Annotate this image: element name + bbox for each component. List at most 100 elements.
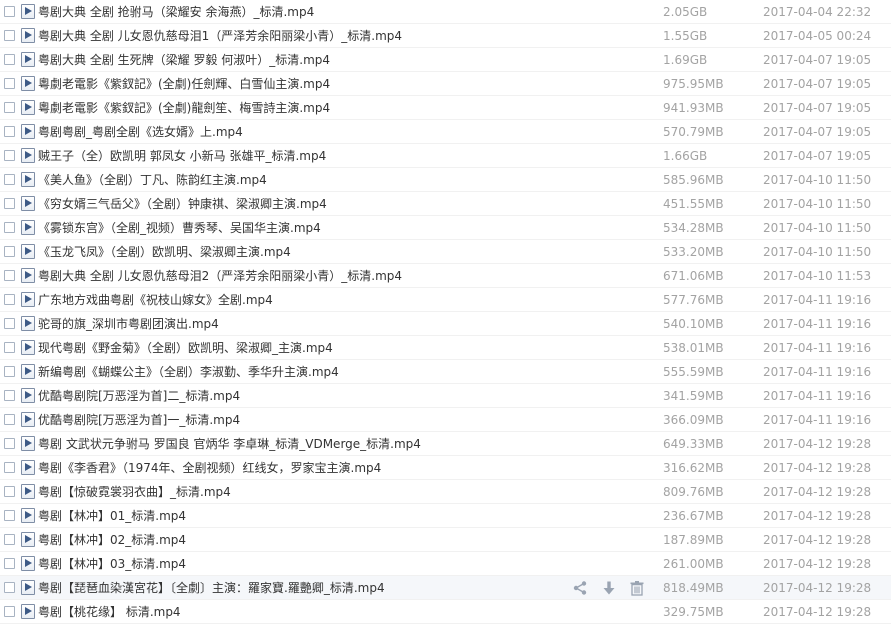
file-name[interactable]: 粤剧【惊破霓裳羽衣曲】_标清.mp4 xyxy=(38,480,568,504)
file-date: 2017-04-10 11:50 xyxy=(763,197,872,211)
file-row[interactable]: 粤剧粤剧_粤剧全剧《选女婿》上.mp4 570.79MB 2017-04-07 … xyxy=(0,120,891,144)
row-checkbox[interactable] xyxy=(4,30,15,41)
video-file-icon xyxy=(21,52,35,67)
file-row[interactable]: 新编粤剧《蝴蝶公主》（全剧）李淑勤、季华升主演.mp4 555.59MB 201… xyxy=(0,360,891,384)
file-row[interactable]: 贼王子（全）欧凯明 郭凤女 小新马 张雄平_标清.mp4 1.66GB 2017… xyxy=(0,144,891,168)
video-file-icon xyxy=(21,196,35,211)
file-name[interactable]: 驼哥的旗_深圳市粤剧团演出.mp4 xyxy=(38,312,568,336)
file-row[interactable]: 优酷粤剧院[万恶淫为首]二_标清.mp4 341.59MB 2017-04-11… xyxy=(0,384,891,408)
row-checkbox[interactable] xyxy=(4,390,15,401)
row-checkbox[interactable] xyxy=(4,606,15,617)
file-row[interactable]: 粤剧《李香君》（1974年、全剧视频）红线女，罗家宝主演.mp4 316.62M… xyxy=(0,456,891,480)
row-checkbox[interactable] xyxy=(4,582,15,593)
file-date: 2017-04-11 19:16 xyxy=(763,389,872,403)
file-row[interactable]: 粵劇老電影《紫釵記》(全劇)龍劍笙、梅雪詩主演.mp4 941.93MB 201… xyxy=(0,96,891,120)
row-checkbox[interactable] xyxy=(4,510,15,521)
file-row[interactable]: 粤剧【林冲】01_标清.mp4 236.67MB 2017-04-12 19:2… xyxy=(0,504,891,528)
file-name[interactable]: 粤剧大典 全剧 儿女恩仇慈母泪2（严泽芳余阳丽梁小青）_标清.mp4 xyxy=(38,264,568,288)
file-row[interactable]: 粤剧【琵琶血染漢宮花】〔全劇〕主演：羅家寶.羅艷卿_标清.mp4 818.49M… xyxy=(0,576,891,600)
file-row[interactable]: 粤剧【林冲】03_标清.mp4 261.00MB 2017-04-12 19:2… xyxy=(0,552,891,576)
file-size: 2.05GB xyxy=(663,5,708,19)
row-checkbox[interactable] xyxy=(4,126,15,137)
delete-icon[interactable] xyxy=(629,580,645,596)
file-row[interactable]: 粤剧【桃花缘】 标清.mp4 329.75MB 2017-04-12 19:28 xyxy=(0,600,891,624)
file-size: 818.49MB xyxy=(663,581,724,595)
file-row[interactable]: 粤剧【林冲】02_标清.mp4 187.89MB 2017-04-12 19:2… xyxy=(0,528,891,552)
download-icon[interactable] xyxy=(601,580,617,596)
file-row[interactable]: 粤剧大典 全剧 儿女恩仇慈母泪1（严泽芳余阳丽梁小青）_标清.mp4 1.55G… xyxy=(0,24,891,48)
row-checkbox[interactable] xyxy=(4,78,15,89)
video-file-icon xyxy=(21,172,35,187)
file-name[interactable]: 粤剧大典 全剧 生死牌（梁耀 罗毅 何淑叶）_标清.mp4 xyxy=(38,48,568,72)
file-size: 577.76MB xyxy=(663,293,724,307)
row-checkbox[interactable] xyxy=(4,102,15,113)
file-row[interactable]: 优酷粤剧院[万恶淫为首]一_标清.mp4 366.09MB 2017-04-11… xyxy=(0,408,891,432)
file-name[interactable]: 粤剧【林冲】02_标清.mp4 xyxy=(38,528,568,552)
file-row[interactable]: 粤剧【惊破霓裳羽衣曲】_标清.mp4 809.76MB 2017-04-12 1… xyxy=(0,480,891,504)
share-icon[interactable] xyxy=(572,580,588,596)
file-name[interactable]: 粤剧大典 全剧 抢驸马（梁耀安 余海燕）_标清.mp4 xyxy=(38,0,568,24)
row-checkbox[interactable] xyxy=(4,246,15,257)
file-row[interactable]: 粵劇老電影《紫釵記》(全劇)任劍輝、白雪仙主演.mp4 975.95MB 201… xyxy=(0,72,891,96)
row-checkbox[interactable] xyxy=(4,294,15,305)
row-checkbox[interactable] xyxy=(4,174,15,185)
file-row[interactable]: 粤剧大典 全剧 儿女恩仇慈母泪2（严泽芳余阳丽梁小青）_标清.mp4 671.0… xyxy=(0,264,891,288)
row-checkbox[interactable] xyxy=(4,318,15,329)
file-row[interactable]: 现代粤剧《野金菊》（全剧）欧凯明、梁淑卿_主演.mp4 538.01MB 201… xyxy=(0,336,891,360)
row-checkbox[interactable] xyxy=(4,462,15,473)
video-file-icon xyxy=(21,292,35,307)
row-checkbox[interactable] xyxy=(4,534,15,545)
row-checkbox[interactable] xyxy=(4,198,15,209)
file-name[interactable]: 粤剧大典 全剧 儿女恩仇慈母泪1（严泽芳余阳丽梁小青）_标清.mp4 xyxy=(38,24,568,48)
file-row[interactable]: 粤剧 文武状元争驸马 罗国良 官炳华 李卓琳_标清_VDMerge_标清.mp4 xyxy=(0,432,891,456)
file-name[interactable]: 《雾锁东宫》（全剧_视频）曹秀琴、吴国华主演.mp4 xyxy=(38,216,568,240)
file-name[interactable]: 粵劇老電影《紫釵記》(全劇)龍劍笙、梅雪詩主演.mp4 xyxy=(38,96,568,120)
file-row[interactable]: 粤剧大典 全剧 生死牌（梁耀 罗毅 何淑叶）_标清.mp4 1.69GB 201… xyxy=(0,48,891,72)
row-checkbox[interactable] xyxy=(4,486,15,497)
file-name[interactable]: 贼王子（全）欧凯明 郭凤女 小新马 张雄平_标清.mp4 xyxy=(38,144,568,168)
file-name[interactable]: 粤剧【桃花缘】 标清.mp4 xyxy=(38,600,568,624)
row-checkbox[interactable] xyxy=(4,558,15,569)
file-name[interactable]: 粤剧《李香君》（1974年、全剧视频）红线女，罗家宝主演.mp4 xyxy=(38,456,568,480)
video-file-icon xyxy=(21,484,35,499)
file-row[interactable]: 《穷女婿三气岳父》（全剧）钟康祺、梁淑卿主演.mp4 451.55MB 2017… xyxy=(0,192,891,216)
row-checkbox[interactable] xyxy=(4,342,15,353)
file-date: 2017-04-07 19:05 xyxy=(763,53,872,67)
video-file-icon xyxy=(21,436,35,451)
file-name[interactable]: 新编粤剧《蝴蝶公主》（全剧）李淑勤、季华升主演.mp4 xyxy=(38,360,568,384)
file-name[interactable]: 粤剧粤剧_粤剧全剧《选女婿》上.mp4 xyxy=(38,120,568,144)
file-date: 2017-04-11 19:16 xyxy=(763,317,872,331)
file-name[interactable]: 粤剧 文武状元争驸马 罗国良 官炳华 李卓琳_标清_VDMerge_标清.mp4 xyxy=(38,432,568,456)
file-name[interactable]: 《美人鱼》（全剧）丁凡、陈韵红主演.mp4 xyxy=(38,168,568,192)
row-checkbox[interactable] xyxy=(4,366,15,377)
row-checkbox[interactable] xyxy=(4,222,15,233)
row-checkbox[interactable] xyxy=(4,438,15,449)
file-date: 2017-04-07 19:05 xyxy=(763,125,872,139)
file-row[interactable]: 《玉龙飞凤》（全剧）欧凯明、梁淑卿主演.mp4 533.20MB 2017-04… xyxy=(0,240,891,264)
file-name[interactable]: 现代粤剧《野金菊》（全剧）欧凯明、梁淑卿_主演.mp4 xyxy=(38,336,568,360)
file-date: 2017-04-07 19:05 xyxy=(763,77,872,91)
file-row[interactable]: 粤剧大典 全剧 抢驸马（梁耀安 余海燕）_标清.mp4 2.05GB 2017-… xyxy=(0,0,891,24)
file-date: 2017-04-12 19:28 xyxy=(763,533,872,547)
file-name[interactable]: 《玉龙飞凤》（全剧）欧凯明、梁淑卿主演.mp4 xyxy=(38,240,568,264)
file-name[interactable]: 优酷粤剧院[万恶淫为首]一_标清.mp4 xyxy=(38,408,568,432)
file-name[interactable]: 粵劇老電影《紫釵記》(全劇)任劍輝、白雪仙主演.mp4 xyxy=(38,72,568,96)
row-checkbox[interactable] xyxy=(4,414,15,425)
file-name[interactable]: 广东地方戏曲粤剧《祝枝山嫁女》全剧.mp4 xyxy=(38,288,568,312)
video-file-icon xyxy=(21,76,35,91)
file-name[interactable]: 粤剧【林冲】01_标清.mp4 xyxy=(38,504,568,528)
row-checkbox[interactable] xyxy=(4,6,15,17)
file-name[interactable]: 粤剧【琵琶血染漢宮花】〔全劇〕主演：羅家寶.羅艷卿_标清.mp4 xyxy=(38,576,568,600)
file-date: 2017-04-10 11:53 xyxy=(763,269,872,283)
file-row[interactable]: 《美人鱼》（全剧）丁凡、陈韵红主演.mp4 585.96MB 2017-04-1… xyxy=(0,168,891,192)
row-checkbox[interactable] xyxy=(4,54,15,65)
file-row[interactable]: 广东地方戏曲粤剧《祝枝山嫁女》全剧.mp4 577.76MB 2017-04-1… xyxy=(0,288,891,312)
video-file-icon xyxy=(21,340,35,355)
file-row[interactable]: 驼哥的旗_深圳市粤剧团演出.mp4 540.10MB 2017-04-11 19… xyxy=(0,312,891,336)
row-checkbox[interactable] xyxy=(4,270,15,281)
file-row[interactable]: 《雾锁东宫》（全剧_视频）曹秀琴、吴国华主演.mp4 534.28MB 2017… xyxy=(0,216,891,240)
row-checkbox[interactable] xyxy=(4,150,15,161)
file-name[interactable]: 《穷女婿三气岳父》（全剧）钟康祺、梁淑卿主演.mp4 xyxy=(38,192,568,216)
file-name[interactable]: 优酷粤剧院[万恶淫为首]二_标清.mp4 xyxy=(38,384,568,408)
file-name[interactable]: 粤剧【林冲】03_标清.mp4 xyxy=(38,552,568,576)
